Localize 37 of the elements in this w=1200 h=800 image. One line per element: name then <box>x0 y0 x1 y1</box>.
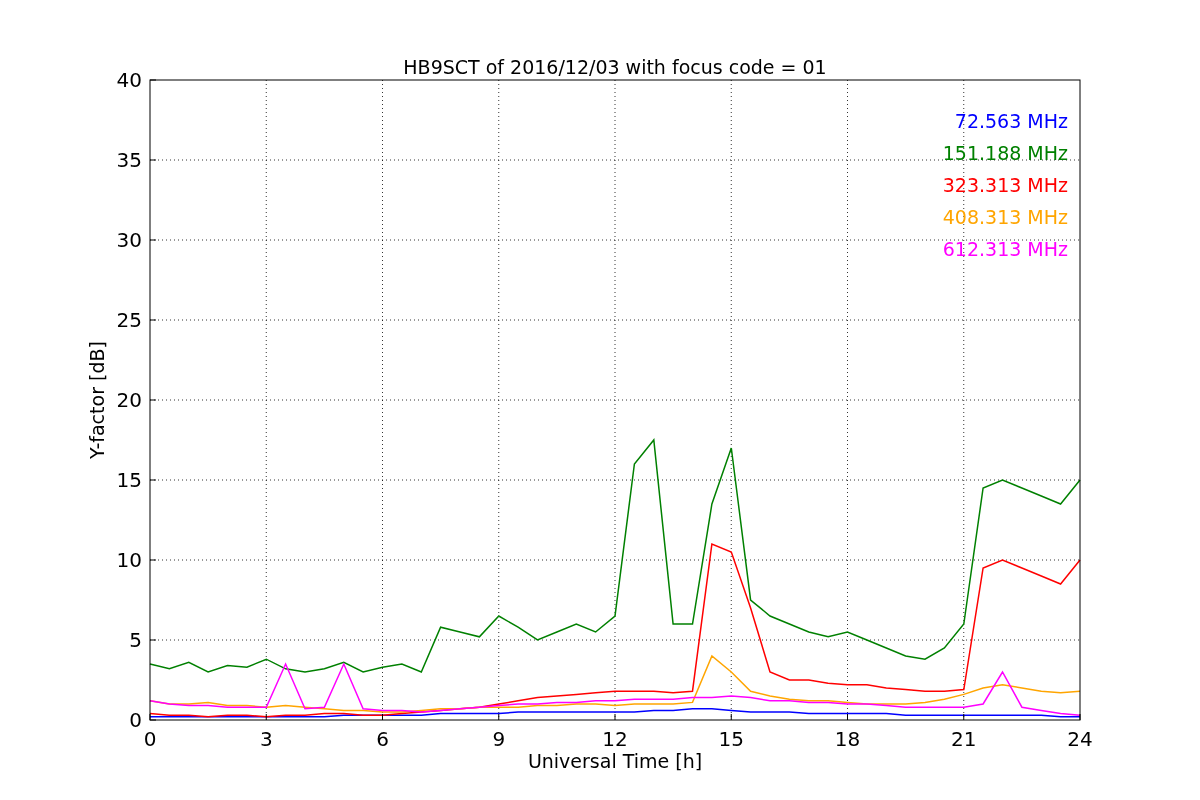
tick-mark <box>149 319 157 321</box>
x-tick-label: 3 <box>259 727 273 751</box>
x-tick-label: 21 <box>951 727 977 751</box>
y-tick-label: 25 <box>116 308 142 332</box>
x-tick-label: 24 <box>1067 727 1093 751</box>
legend-label: 612.313 MHz <box>942 238 1068 260</box>
tick-mark <box>149 79 157 81</box>
x-tick-label: 12 <box>602 727 628 751</box>
tick-mark <box>149 239 157 241</box>
legend-label: 151.188 MHz <box>942 142 1068 164</box>
tick-mark <box>149 479 157 481</box>
y-tick-label: 10 <box>116 548 142 572</box>
y-tick-label: 5 <box>129 628 142 652</box>
y-tick-label: 20 <box>116 388 142 412</box>
x-axis-label: Universal Time [h] <box>527 750 703 772</box>
tick-mark <box>149 639 157 641</box>
tick-mark <box>614 713 616 721</box>
chart-title: HB9SCT of 2016/12/03 with focus code = 01 <box>403 56 827 78</box>
y-tick-label: 35 <box>116 148 142 172</box>
y-tick-label: 15 <box>116 468 142 492</box>
tick-mark <box>149 159 157 161</box>
x-tick-label: 6 <box>376 727 389 751</box>
x-tick-label: 9 <box>492 727 506 751</box>
y-tick-label: 30 <box>116 228 142 252</box>
y-axis-label: Y-factor [dB] <box>86 341 108 459</box>
tick-mark <box>149 399 157 401</box>
x-tick-label: 18 <box>834 727 861 751</box>
tick-mark <box>382 713 383 721</box>
x-tick-label: 15 <box>718 727 744 751</box>
y-tick-label: 0 <box>129 708 142 732</box>
x-tick-label: 0 <box>143 727 157 751</box>
tick-mark <box>149 559 157 561</box>
legend-label: 323.313 MHz <box>942 174 1068 196</box>
legend-label: 408.313 MHz <box>942 206 1068 228</box>
tick-mark <box>1079 713 1081 721</box>
y-tick-label: 40 <box>116 68 142 92</box>
legend-label: 72.563 MHz <box>954 110 1068 132</box>
